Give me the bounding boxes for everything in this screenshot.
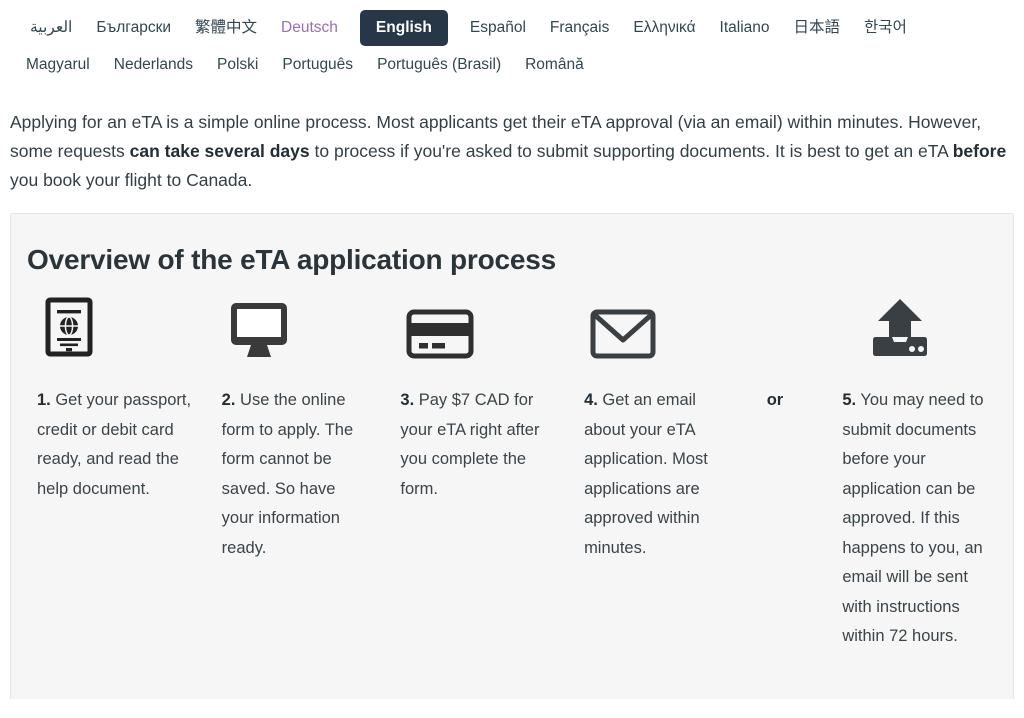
step-4-icon-wrap <box>578 302 741 364</box>
language-row-1: العربية Български 繁體中文 Deutsch English E… <box>0 8 1024 48</box>
step-3-text: 3. Pay $7 CAD for your eTA right after y… <box>394 386 554 504</box>
step-item-4: 4. Get an email about your eTA applicati… <box>566 302 753 563</box>
step-4-number: 4. <box>584 391 598 409</box>
lang-link-korean[interactable]: 한국어 <box>852 12 919 44</box>
intro-bold-2: before <box>952 141 1007 161</box>
desktop-monitor-icon <box>228 297 290 364</box>
lang-link-italian[interactable]: Italiano <box>708 12 782 44</box>
page-title: Overview of the eTA application process <box>27 244 557 275</box>
step-5-number: 5. <box>842 391 857 409</box>
lang-link-portuguese-brazil[interactable]: Português (Brasil) <box>365 49 513 81</box>
step-1-number: 1. <box>37 391 51 409</box>
step-5-icon-wrap <box>836 299 993 364</box>
intro-text-3: you book your flight to Canada. <box>10 170 253 190</box>
step-item-3: 3. Pay $7 CAD for your eTA right after y… <box>382 302 566 504</box>
overview-panel: Overview of the eTA application process <box>10 213 1014 699</box>
steps-container: 1. Get your passport, credit or debit ca… <box>11 297 1013 652</box>
intro-bold-1: can take several days <box>129 141 310 161</box>
step-4-body: Get an email about your eTA application.… <box>584 391 708 557</box>
lang-link-greek[interactable]: Ελληνικά <box>621 12 707 44</box>
language-selector-bar: العربية Български 繁體中文 Deutsch English E… <box>0 0 1024 82</box>
intro-paragraph: Applying for an eTA is a simple online p… <box>10 108 1014 195</box>
lang-link-chinese-traditional[interactable]: 繁體中文 <box>183 12 269 44</box>
step-2-text: 2. Use the online form to apply. The for… <box>216 386 371 563</box>
step-1-body: Get your passport, credit or debit card … <box>37 391 192 498</box>
step-2-number: 2. <box>221 391 236 409</box>
lang-link-polish[interactable]: Polski <box>205 49 270 81</box>
lang-link-japanese[interactable]: 日本語 <box>782 12 853 44</box>
intro-text-2: to process if you're asked to submit sup… <box>309 141 953 161</box>
lang-link-german[interactable]: Deutsch <box>269 12 350 44</box>
step-1-text: 1. Get your passport, credit or debit ca… <box>31 386 192 504</box>
step-4-text: 4. Get an email about your eTA applicati… <box>578 386 741 563</box>
step-item-1: 1. Get your passport, credit or debit ca… <box>19 297 204 504</box>
lang-link-french[interactable]: Français <box>538 12 621 44</box>
lang-link-hungarian[interactable]: Magyarul <box>14 49 102 81</box>
lang-link-spanish[interactable]: Español <box>458 12 538 44</box>
lang-link-bulgarian[interactable]: Български <box>84 12 183 44</box>
or-icon-spacer <box>765 302 813 364</box>
or-separator-column: or <box>753 302 825 416</box>
step-5-text: 5. You may need to submit documents befo… <box>836 386 993 652</box>
envelope-icon <box>590 309 656 364</box>
step-item-5: 5. You may need to submit documents befo… <box>824 299 1005 652</box>
step-item-2: 2. Use the online form to apply. The for… <box>204 302 383 563</box>
lang-link-english[interactable]: English <box>359 10 448 46</box>
language-row-2: Magyarul Nederlands Polski Português Por… <box>0 48 1024 82</box>
upload-icon <box>870 297 930 364</box>
credit-card-icon <box>406 309 474 364</box>
passport-icon <box>43 297 95 364</box>
lang-link-dutch[interactable]: Nederlands <box>102 49 205 81</box>
step-3-icon-wrap <box>394 302 554 364</box>
step-3-body: Pay $7 CAD for your eTA right after you … <box>400 391 540 498</box>
lang-link-portuguese[interactable]: Português <box>270 49 365 81</box>
step-2-body: Use the online form to apply. The form c… <box>221 391 354 557</box>
step-5-body: You may need to submit documents before … <box>842 391 984 645</box>
step-1-icon-wrap <box>31 297 192 364</box>
step-3-number: 3. <box>400 391 415 409</box>
or-label: or <box>766 391 784 409</box>
step-2-icon-wrap <box>216 302 371 364</box>
lang-link-romanian[interactable]: Română <box>513 49 596 81</box>
lang-link-arabic[interactable]: العربية <box>18 12 84 44</box>
